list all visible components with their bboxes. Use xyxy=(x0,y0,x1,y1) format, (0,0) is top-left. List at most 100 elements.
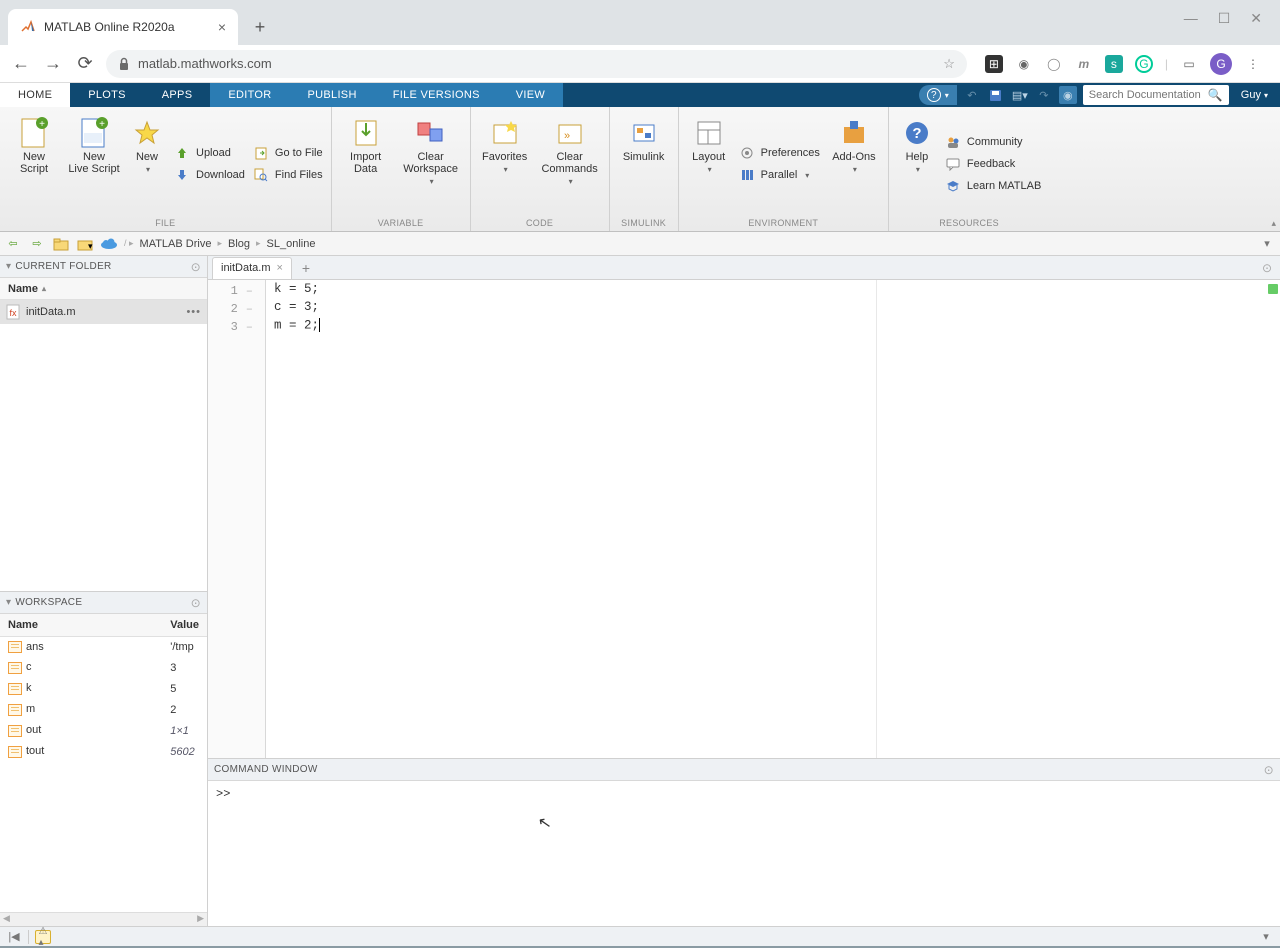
cast-icon[interactable]: ▭ xyxy=(1180,55,1198,73)
copy-quick[interactable]: ▤▾ xyxy=(1011,86,1029,104)
clear-workspace-button[interactable]: Clear Workspace ▾ xyxy=(400,113,462,215)
goto-file-button[interactable]: Go to File xyxy=(253,145,323,161)
nav-back[interactable]: ⇦ xyxy=(4,235,22,253)
ws-row[interactable]: m2 xyxy=(0,699,207,720)
breadcrumb-2[interactable]: Blog xyxy=(228,238,250,250)
learn-button[interactable]: Learn MATLAB xyxy=(945,178,1041,194)
group-variable: Import Data Clear Workspace ▾ VARIABLE xyxy=(332,107,471,231)
close-icon[interactable]: × xyxy=(277,262,283,274)
find-files-button[interactable]: Find Files xyxy=(253,167,323,183)
ext-icon-3[interactable]: ◯ xyxy=(1045,55,1063,73)
editor-body[interactable]: 1–2–3– k = 5;c = 3;m = 2; xyxy=(208,280,1280,758)
search-documentation[interactable]: 🔍 xyxy=(1083,85,1229,105)
collapse-icon[interactable]: ▾ xyxy=(6,261,11,272)
ws-row[interactable]: ans'/tmp xyxy=(0,636,207,657)
ws-row[interactable]: c3 xyxy=(0,657,207,678)
code-area[interactable]: k = 5;c = 3;m = 2; xyxy=(266,280,1280,758)
cloud-icon[interactable] xyxy=(100,235,118,253)
tab-view[interactable]: VIEW xyxy=(498,83,563,107)
new-button[interactable]: New▾ xyxy=(128,113,166,215)
close-button[interactable]: ✕ xyxy=(1250,10,1262,27)
forward-button[interactable]: → xyxy=(42,53,64,75)
editor-tab[interactable]: initData.m × xyxy=(212,257,292,279)
ext-icon-1[interactable]: ⊞ xyxy=(985,55,1003,73)
group-environment: Layout▾ Preferences Parallel ▾ Add-Ons▾ … xyxy=(679,107,889,231)
new-tab-button[interactable]: + xyxy=(246,13,274,41)
search-input[interactable] xyxy=(1089,89,1208,101)
file-col-header[interactable]: Name▴ xyxy=(0,278,207,300)
maximize-button[interactable]: ☐ xyxy=(1218,10,1231,27)
upload-button[interactable]: Upload xyxy=(174,145,245,161)
panel-menu-icon[interactable]: ⊙ xyxy=(1264,763,1274,777)
help-bubble[interactable]: ? ▾ xyxy=(919,85,957,105)
favorites-button[interactable]: Favorites▾ xyxy=(479,113,531,215)
save-quick[interactable] xyxy=(987,86,1005,104)
new-livescript-button[interactable]: + New Live Script xyxy=(68,113,120,215)
folder-up[interactable] xyxy=(52,235,70,253)
breadcrumb-3[interactable]: SL_online xyxy=(267,238,316,250)
breadcrumb-1[interactable]: MATLAB Drive xyxy=(140,238,212,250)
ext-icon-mathworks[interactable]: m xyxy=(1075,55,1093,73)
svg-text:?: ? xyxy=(912,125,921,142)
preferences-button[interactable]: Preferences xyxy=(739,145,820,161)
editor-menu-icon[interactable]: ⊙ xyxy=(1262,261,1272,275)
collapse-icon[interactable]: ▾ xyxy=(6,597,11,608)
row-menu-icon[interactable]: ••• xyxy=(186,306,201,318)
group-code: Favorites▾ » Clear Commands ▾ CODE xyxy=(471,107,610,231)
path-dropdown[interactable]: ▾ xyxy=(1258,235,1276,253)
ext-icon-4[interactable]: s xyxy=(1105,55,1123,73)
collapse-toolstrip[interactable]: ▴ xyxy=(1271,218,1276,229)
url-field[interactable]: matlab.mathworks.com ☆ xyxy=(106,50,967,78)
user-menu[interactable]: Guy▾ xyxy=(1235,89,1274,101)
tab-editor[interactable]: EDITOR xyxy=(210,83,289,107)
panel-menu-icon[interactable]: ⊙ xyxy=(191,260,201,274)
ext-icon-grammarly[interactable]: G xyxy=(1135,55,1153,73)
browser-tab[interactable]: MATLAB Online R2020a × xyxy=(8,9,238,45)
ext-icon-2[interactable]: ◉ xyxy=(1015,55,1033,73)
ws-row[interactable]: tout5602 xyxy=(0,741,207,762)
reload-button[interactable]: ⟳ xyxy=(74,53,96,75)
back-button[interactable]: ← xyxy=(10,53,32,75)
tab-plots[interactable]: PLOTS xyxy=(70,83,144,107)
community-button[interactable]: Community xyxy=(945,134,1041,150)
help-button[interactable]: ? Help▾ xyxy=(897,113,937,215)
profile-avatar[interactable]: G xyxy=(1210,53,1232,75)
tab-close-icon[interactable]: × xyxy=(218,19,226,35)
sb-restore[interactable]: |◀ xyxy=(6,930,22,944)
ws-row[interactable]: out1×1 xyxy=(0,720,207,741)
sb-expand[interactable]: ▾ xyxy=(1258,930,1274,944)
scrollbar-stub[interactable]: ◀ ▶ xyxy=(0,912,207,926)
layout-button[interactable]: Layout▾ xyxy=(687,113,731,215)
feedback-button[interactable]: Feedback xyxy=(945,156,1041,172)
star-icon[interactable]: ☆ xyxy=(943,56,955,72)
tab-home[interactable]: HOME xyxy=(0,83,70,107)
search-icon[interactable]: 🔍 xyxy=(1208,88,1223,102)
ws-col-value[interactable]: Value xyxy=(162,614,207,636)
tab-apps[interactable]: APPS xyxy=(144,83,211,107)
download-button[interactable]: Download xyxy=(174,167,245,183)
nav-fwd[interactable]: ⇨ xyxy=(28,235,46,253)
menu-icon[interactable]: ⋮ xyxy=(1244,55,1262,73)
minimize-button[interactable]: — xyxy=(1184,10,1198,27)
parallel-button[interactable]: Parallel ▾ xyxy=(739,167,820,183)
new-script-button[interactable]: + New Script xyxy=(8,113,60,215)
command-body[interactable]: >> ↖ xyxy=(208,781,1280,926)
import-data-button[interactable]: Import Data xyxy=(340,113,392,215)
tab-fileversions[interactable]: FILE VERSIONS xyxy=(375,83,498,107)
settings-quick[interactable]: ◉ xyxy=(1059,86,1077,104)
ws-col-name[interactable]: Name xyxy=(0,614,162,636)
redo-quick[interactable]: ↷ xyxy=(1035,86,1053,104)
panel-menu-icon[interactable]: ⊙ xyxy=(191,596,201,610)
sb-warning[interactable]: ⚠ ▴ xyxy=(35,930,51,944)
ws-row[interactable]: k5 xyxy=(0,678,207,699)
simulink-button[interactable]: Simulink xyxy=(618,113,670,215)
group-file: + New Script + New Live Script New▾ Uplo… xyxy=(0,107,332,231)
addons-button[interactable]: Add-Ons▾ xyxy=(828,113,880,215)
tab-publish[interactable]: PUBLISH xyxy=(290,83,375,107)
clear-commands-button[interactable]: » Clear Commands ▾ xyxy=(539,113,601,215)
folder-browse[interactable]: ▾ xyxy=(76,235,94,253)
new-editor-tab[interactable]: + xyxy=(296,260,316,276)
undo-quick[interactable]: ↶ xyxy=(963,86,981,104)
file-row[interactable]: fx initData.m ••• xyxy=(0,300,207,324)
matlab-app: HOME PLOTS APPS EDITOR PUBLISH FILE VERS… xyxy=(0,83,1280,946)
